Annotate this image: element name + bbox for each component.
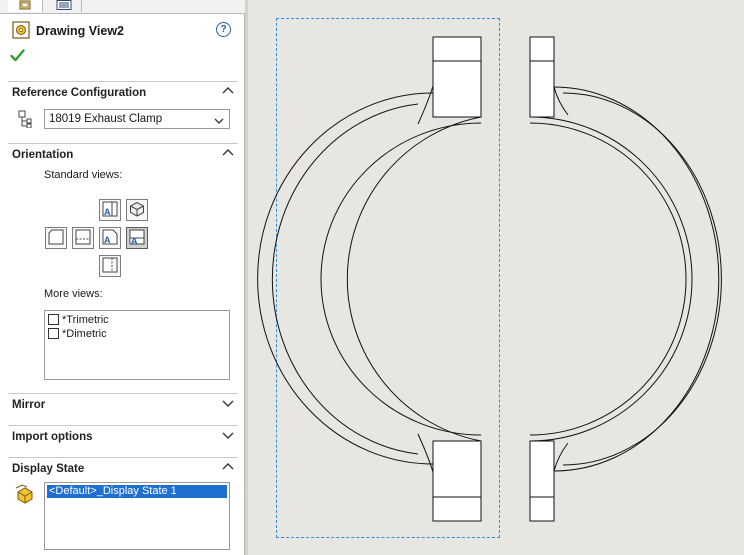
configuration-icon: [17, 110, 33, 131]
view-name: *Trimetric: [62, 313, 109, 326]
right-view-icon: A: [129, 229, 145, 248]
configuration-select[interactable]: 18019 Exhaust Clamp: [44, 109, 230, 129]
chevron-up-icon: [222, 86, 234, 99]
display-state-item-selected[interactable]: <Default>_Display State 1: [47, 485, 227, 498]
more-views-label: More views:: [44, 288, 103, 300]
more-views-list: *Trimetric *Dimetric: [44, 310, 230, 380]
section-orientation[interactable]: Orientation: [8, 143, 238, 165]
back-view-button[interactable]: [99, 255, 121, 277]
ok-button[interactable]: [10, 49, 25, 65]
display-state-icon: [15, 484, 35, 507]
chevron-down-icon: [222, 398, 234, 411]
property-manager-title: Drawing View2: [12, 20, 124, 42]
chevron-up-icon: [222, 148, 234, 161]
section-reference-configuration[interactable]: Reference Configuration: [8, 81, 238, 103]
chevron-down-icon: [222, 430, 234, 443]
back-view-icon: [102, 257, 118, 276]
configuration-list-icon: [56, 0, 72, 13]
page-title: Drawing View2: [36, 24, 124, 38]
property-manager-panel: Drawing View2 ? Reference Configuration …: [0, 0, 245, 555]
section-label: Reference Configuration: [12, 86, 147, 99]
svg-text:A: A: [104, 207, 111, 217]
chevron-down-icon: [214, 116, 224, 128]
left-view-button[interactable]: [45, 227, 67, 249]
checkbox[interactable]: [48, 314, 59, 325]
isometric-cube-icon: [129, 201, 145, 220]
display-state-list: <Default>_Display State 1: [44, 482, 230, 550]
list-item[interactable]: *Dimetric: [48, 327, 107, 340]
drawing-sheet[interactable]: [248, 0, 744, 555]
section-label: Orientation: [12, 148, 74, 161]
top-view-button[interactable]: A: [99, 199, 121, 221]
panel-tabs: [0, 0, 245, 14]
svg-text:A: A: [104, 235, 111, 245]
section-label: Display State: [12, 462, 85, 475]
list-item[interactable]: *Trimetric: [48, 313, 109, 326]
section-label: Mirror: [12, 398, 46, 411]
section-label: Import options: [12, 430, 93, 443]
clamp-right-half: [529, 36, 722, 522]
chevron-up-icon: [222, 462, 234, 475]
tab-property-manager[interactable]: [8, 0, 43, 12]
help-icon[interactable]: ?: [216, 22, 231, 37]
front-view-icon: A: [102, 229, 118, 248]
bottom-view-button[interactable]: [72, 227, 94, 249]
property-manager-icon: [18, 0, 32, 13]
clamp-left-half: [257, 36, 482, 522]
checkmark-icon: [10, 49, 25, 65]
left-view-icon: [48, 229, 64, 248]
svg-text:A: A: [131, 236, 138, 245]
tab-configuration-list[interactable]: [47, 0, 82, 12]
standard-views-label: Standard views:: [44, 169, 123, 181]
checkbox[interactable]: [48, 328, 59, 339]
section-import-options[interactable]: Import options: [8, 425, 238, 447]
bottom-view-icon: [75, 229, 91, 248]
section-mirror[interactable]: Mirror: [8, 393, 238, 415]
configuration-select-value: 18019 Exhaust Clamp: [49, 113, 163, 125]
clamp-drawing: [257, 36, 722, 522]
drawing-view-icon: [12, 20, 30, 42]
section-display-state[interactable]: Display State: [8, 457, 238, 479]
view-name: *Dimetric: [62, 327, 107, 340]
isometric-view-button[interactable]: [126, 199, 148, 221]
front-view-button[interactable]: A: [99, 227, 121, 249]
top-view-icon: A: [102, 201, 118, 220]
right-view-button[interactable]: A: [126, 227, 148, 249]
